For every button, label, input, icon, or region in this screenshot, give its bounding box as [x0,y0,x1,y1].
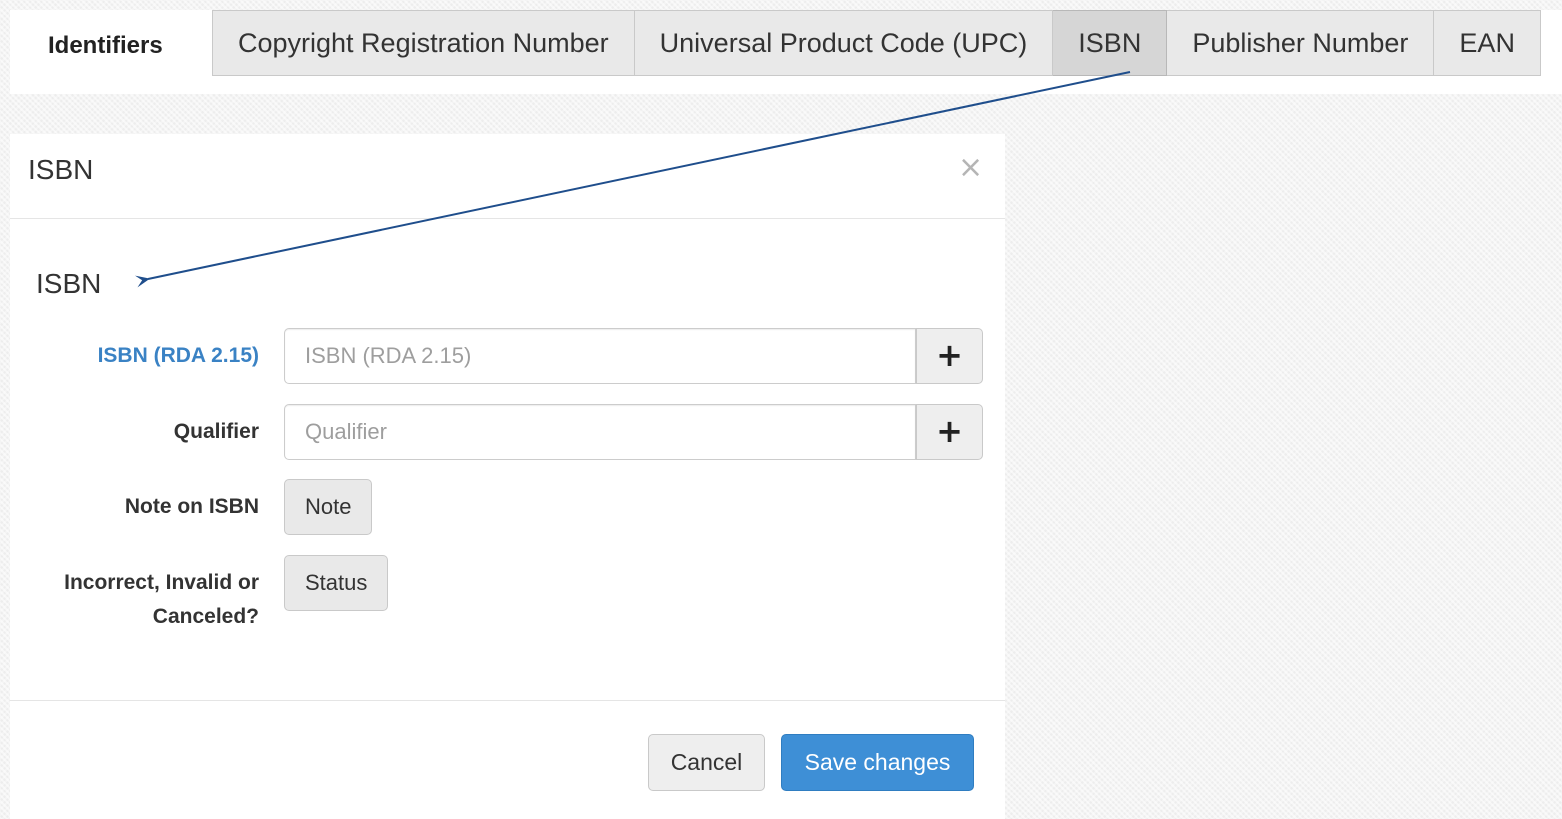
identifiers-bar: Identifiers Copyright Registration Numbe… [10,10,1562,94]
tab-publisher-number[interactable]: Publisher Number [1167,10,1435,76]
note-button[interactable]: Note [284,479,373,535]
status-label-line2: Canceled? [152,605,259,628]
status-button[interactable]: Status [284,555,389,611]
isbn-input[interactable] [284,328,916,384]
footer-divider [10,700,1005,701]
identifiers-heading: Identifiers [48,32,163,59]
status-label: Incorrect, Invalid or Canceled? [64,566,259,634]
save-changes-button[interactable]: Save changes [781,734,974,791]
close-icon[interactable]: × [958,150,983,185]
section-heading: ISBN [36,268,102,299]
isbn-modal: ISBN × ISBN ISBN (RDA 2.15) + Qualifier … [10,134,1005,819]
tab-isbn[interactable]: ISBN [1053,10,1168,76]
status-label-line1: Incorrect, Invalid or [64,571,259,594]
qualifier-input[interactable] [284,404,916,460]
tab-copyright-registration-number[interactable]: Copyright Registration Number [212,10,635,76]
cancel-button[interactable]: Cancel [648,734,765,791]
add-isbn-button[interactable]: + [916,328,983,384]
qualifier-label: Qualifier [173,420,259,443]
tab-upc[interactable]: Universal Product Code (UPC) [634,10,1054,76]
add-qualifier-button[interactable]: + [916,404,983,460]
modal-title: ISBN [28,154,94,185]
tab-ean[interactable]: EAN [1434,10,1541,76]
isbn-label: ISBN (RDA 2.15) [97,344,259,367]
modal-header: ISBN × [10,134,1005,219]
note-label: Note on ISBN [124,495,259,518]
identifier-tabs: Copyright Registration Number Universal … [212,10,1541,78]
